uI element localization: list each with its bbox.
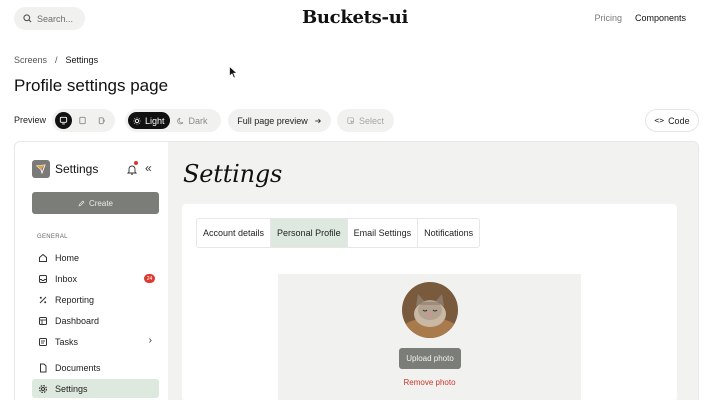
mouse-cursor-icon (229, 66, 238, 79)
sidebar-item-inbox[interactable]: Inbox 24 (32, 269, 159, 288)
arrow-right-icon (314, 118, 321, 123)
select-icon (347, 116, 355, 124)
collapse-sidebar-icon[interactable]: « (145, 161, 152, 175)
code-label: Code (668, 115, 690, 126)
search-icon (23, 14, 32, 23)
search-input[interactable]: Search... (14, 7, 85, 30)
sidebar-item-documents[interactable]: Documents (32, 358, 159, 377)
breadcrumb-screens[interactable]: Screens (14, 55, 47, 65)
breadcrumb-separator: / (55, 55, 58, 65)
code-icon: <> (654, 116, 665, 125)
desktop-icon[interactable] (55, 112, 72, 129)
preview-label: Preview (14, 115, 47, 125)
bell-icon[interactable] (126, 161, 138, 180)
page-title: Profile settings page (14, 76, 169, 95)
sidebar-item-tasks[interactable]: Tasks › (32, 332, 159, 351)
percent-icon (39, 296, 47, 303)
select-label: Select (358, 115, 384, 126)
nav-link-pricing[interactable]: Pricing (594, 13, 622, 23)
create-button[interactable]: Create (32, 192, 159, 214)
top-nav: Search... Buckets-ui Pricing Components (0, 0, 710, 38)
tasks-icon (39, 337, 47, 346)
inbox-icon (39, 274, 47, 283)
select-button[interactable]: Select (337, 109, 394, 132)
sidebar-item-dashboard[interactable]: Dashboard (32, 311, 159, 330)
sidebar-item-reporting[interactable]: Reporting (32, 290, 159, 309)
sidebar-item-settings[interactable]: Settings (32, 379, 159, 398)
sun-icon (133, 116, 141, 125)
full-page-preview-button[interactable]: Full page preview (228, 109, 331, 132)
upload-photo-button[interactable]: Upload photo (399, 348, 461, 369)
breadcrumb-settings: Settings (65, 55, 99, 65)
sidebar-item-label: Tasks (55, 336, 79, 347)
app-main: Settings Account details Personal Profil… (168, 142, 698, 400)
theme-light-label: Light (145, 115, 165, 126)
full-page-preview-label: Full page preview (237, 115, 308, 126)
theme-light-button[interactable]: Light (128, 112, 170, 129)
inbox-count-badge: 24 (144, 274, 155, 283)
search-placeholder: Search... (37, 13, 74, 24)
sidebar-item-label: Settings (55, 383, 88, 394)
theme-dark-label: Dark (188, 115, 208, 126)
tablet-icon[interactable] (74, 112, 91, 129)
document-icon (40, 363, 47, 372)
app-logo-icon (32, 160, 50, 178)
settings-card: Account details Personal Profile Email S… (182, 204, 677, 400)
chevron-right-icon: › (148, 335, 152, 346)
theme-switcher: Light Dark (125, 109, 221, 132)
profile-photo-panel: Upload photo Remove photo (278, 274, 581, 400)
avatar (402, 282, 458, 338)
tab-email-settings[interactable]: Email Settings (348, 219, 419, 247)
remove-photo-link[interactable]: Remove photo (278, 378, 581, 387)
sidebar-section-general: GENERAL (37, 234, 68, 240)
sidebar-item-label: Reporting (55, 294, 95, 305)
sidebar-item-label: Documents (55, 362, 101, 373)
sidebar-item-label: Inbox (55, 273, 78, 284)
pencil-icon (78, 200, 85, 206)
notification-dot (134, 161, 138, 165)
gear-icon (38, 384, 48, 393)
sidebar-item-label: Dashboard (55, 315, 100, 326)
moon-icon (176, 117, 183, 124)
tab-account-details[interactable]: Account details (197, 219, 272, 247)
sidebar-title: Settings (55, 162, 99, 176)
sidebar-item-home[interactable]: Home (32, 248, 159, 267)
preview-toolbar: Preview Light Dark Full page preview Sel… (14, 109, 699, 132)
sidebar-item-label: Home (55, 252, 80, 263)
tab-personal-profile[interactable]: Personal Profile (271, 219, 348, 247)
dashboard-icon (39, 316, 47, 325)
preview-frame: Settings « Create GENERAL Home Inbox 24 … (14, 141, 699, 400)
device-switcher (52, 109, 115, 132)
home-icon (39, 253, 47, 262)
settings-heading: Settings (183, 160, 283, 188)
breadcrumb: Screens / Settings (14, 55, 98, 65)
tab-notifications[interactable]: Notifications (418, 219, 479, 247)
mobile-icon[interactable] (93, 112, 110, 129)
settings-tabs: Account details Personal Profile Email S… (196, 218, 481, 248)
app-sidebar: Settings « Create GENERAL Home Inbox 24 … (15, 142, 168, 400)
nav-link-components[interactable]: Components (635, 13, 686, 23)
code-button[interactable]: <> Code (645, 109, 699, 132)
theme-dark-button[interactable]: Dark (172, 112, 213, 129)
create-label: Create (88, 198, 113, 208)
